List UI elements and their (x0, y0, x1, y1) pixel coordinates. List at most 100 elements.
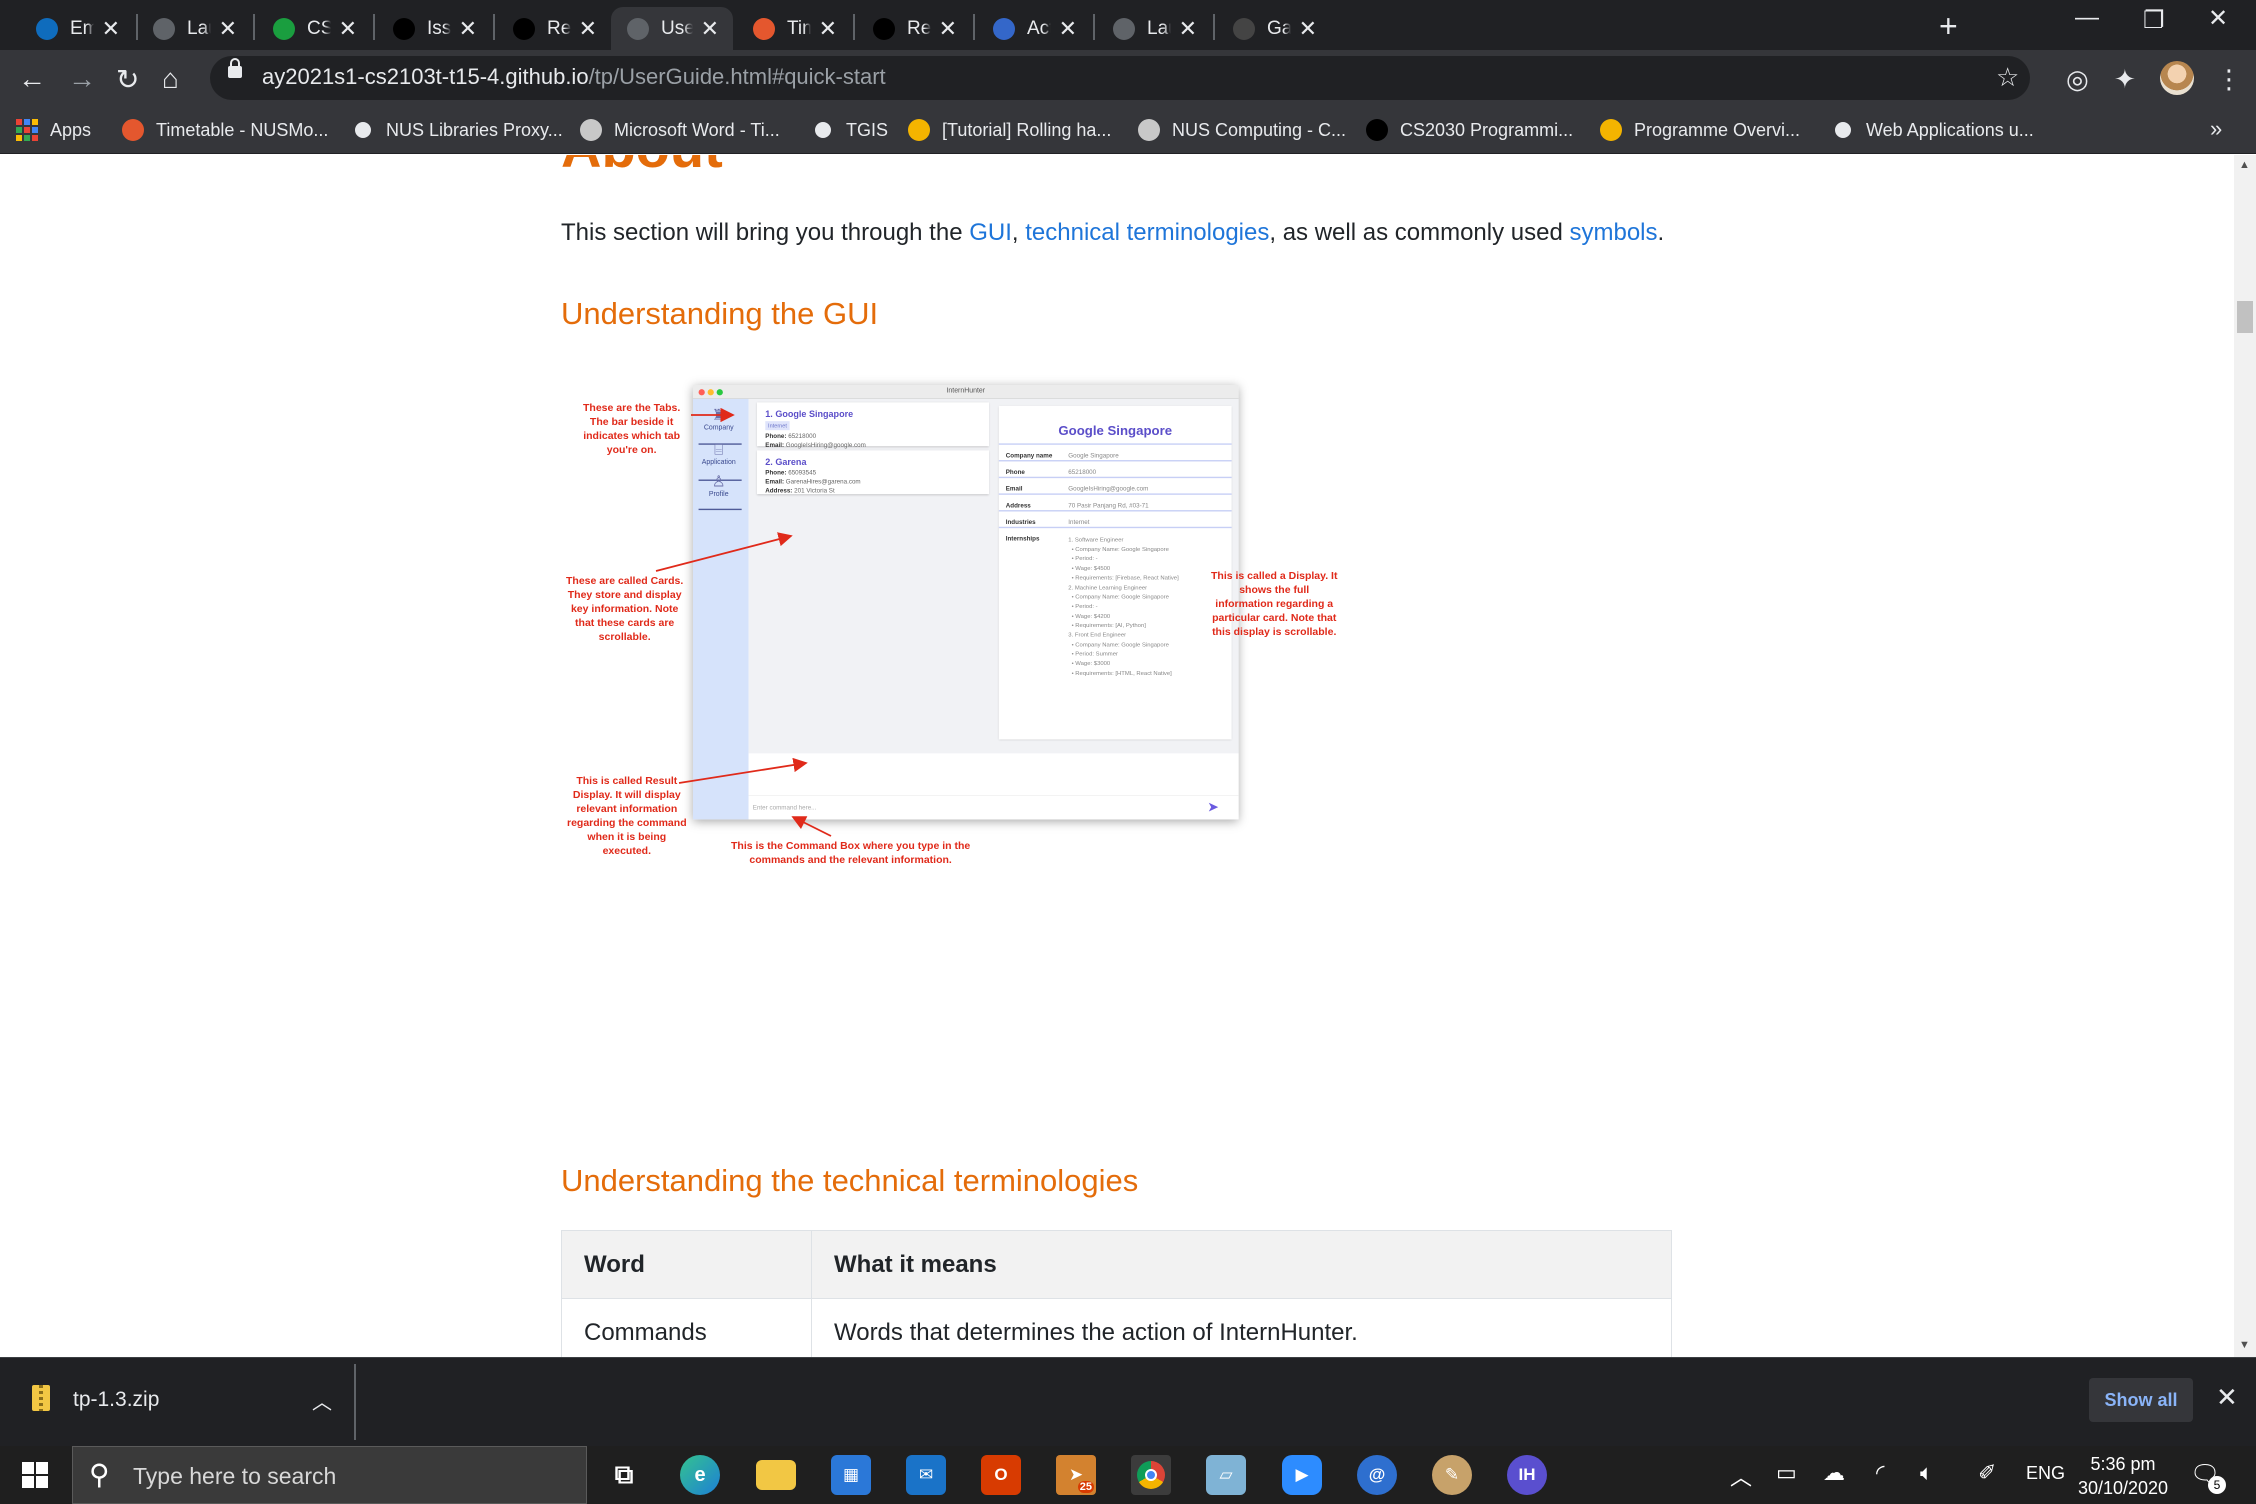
close-tab-icon[interactable]: ✕ (1299, 16, 1317, 42)
browser-tab-5[interactable]: Releases ✕ (497, 7, 611, 50)
bookmark-5[interactable]: TGIS (812, 114, 888, 146)
page-scrollbar[interactable]: ▲ ▼ (2234, 155, 2256, 1357)
back-button[interactable]: ← (18, 63, 46, 95)
bookmark-2[interactable]: Timetable - NUSMo... (122, 114, 328, 146)
bookmark-label: Programme Overvi... (1634, 119, 1801, 140)
graduation-cap-icon (1366, 119, 1388, 141)
scrollbar-thumb[interactable] (2237, 301, 2253, 333)
bookmark-4[interactable]: Microsoft Word - Ti... (580, 114, 780, 146)
bookmark-9[interactable]: Programme Overvi... (1600, 114, 1800, 146)
link-gui[interactable]: GUI (969, 219, 1012, 246)
browser-tab-11[interactable]: Gateway ✕ (1217, 7, 1331, 50)
bookmark-8[interactable]: CS2030 Programmi... (1366, 114, 1573, 146)
taskbar-search-box[interactable]: ⚲ Type here to search (72, 1446, 587, 1504)
bookmark-7[interactable]: NUS Computing - C... (1138, 114, 1346, 146)
tab-strip: + — ❐ ✕ Email - Lu✕Launch M✕CS2103/T✕Iss… (0, 0, 2256, 50)
tab-title: Timetable (787, 17, 811, 39)
onedrive-cloud-icon[interactable]: ☁ (1823, 1460, 1845, 1486)
close-window-button[interactable]: ✕ (2208, 4, 2228, 33)
close-tab-icon[interactable]: ✕ (219, 16, 237, 42)
table-cell-meaning: Words that determines the action of Inte… (811, 1298, 1672, 1357)
file-explorer-icon[interactable] (756, 1460, 796, 1490)
browser-tab-6[interactable]: User Guid ✕ (611, 7, 733, 50)
tab-title: Email - Lu (70, 17, 94, 39)
tray-overflow-chevron-icon[interactable]: ︿ (1730, 1460, 1752, 1492)
browser-tab-9[interactable]: Active An ✕ (977, 7, 1091, 50)
profile-avatar[interactable] (2160, 61, 2194, 95)
volume-icon[interactable]: 🔈︎ (1920, 1460, 1933, 1486)
browser-tab-8[interactable]: Release V ✕ (857, 7, 971, 50)
bookmarks-overflow-icon[interactable]: » (2210, 116, 2222, 142)
bookmark-star-icon[interactable]: ☆ (1996, 62, 2019, 93)
close-tab-icon[interactable]: ✕ (701, 16, 719, 42)
browser-tab-10[interactable]: Launch M ✕ (1097, 7, 1211, 50)
bookmark-6[interactable]: [Tutorial] Rolling ha... (908, 114, 1111, 146)
browser-tab-1[interactable]: Email - Lu ✕ (20, 7, 134, 50)
extension-target-icon[interactable]: ◎ (2066, 64, 2089, 95)
search-icon: ⚲ (89, 1459, 110, 1490)
telegram-icon[interactable]: ➤ 25 (1056, 1455, 1096, 1495)
home-button[interactable]: ⌂ (162, 63, 179, 95)
extensions-puzzle-icon[interactable]: ✦ (2114, 64, 2136, 95)
globe-icon (812, 119, 834, 141)
show-all-downloads-button[interactable]: Show all (2089, 1378, 2193, 1422)
notes-app-icon[interactable]: ▱ (1206, 1455, 1246, 1495)
bookmark-label: NUS Libraries Proxy... (386, 119, 563, 140)
close-tab-icon[interactable]: ✕ (339, 16, 357, 42)
download-filename[interactable]: tp-1.3.zip (73, 1388, 159, 1412)
wifi-icon[interactable]: ◜ (1876, 1460, 1885, 1486)
browser-tab-3[interactable]: CS2103/T ✕ (257, 7, 371, 50)
nusmods-icon (753, 17, 775, 40)
scroll-up-arrow-icon[interactable]: ▲ (2239, 159, 2250, 171)
close-tab-icon[interactable]: ✕ (102, 16, 120, 42)
bookmark-label: Web Applications u... (1866, 119, 2034, 140)
intro-paragraph: This section will bring you through the … (561, 219, 1665, 246)
telegram-badge: 25 (1077, 1481, 1094, 1493)
scroll-down-arrow-icon[interactable]: ▼ (2239, 1339, 2250, 1351)
close-tab-icon[interactable]: ✕ (819, 16, 837, 42)
download-options-chevron-icon[interactable]: ︿ (312, 1386, 332, 1415)
bookmark-3[interactable]: NUS Libraries Proxy... (352, 114, 563, 146)
tab-title: Releases (547, 17, 571, 39)
close-tab-icon[interactable]: ✕ (459, 16, 477, 42)
minimize-button[interactable]: — (2075, 4, 2099, 32)
browser-tab-7[interactable]: Timetable ✕ (737, 7, 851, 50)
edge-browser-icon[interactable]: e (680, 1455, 720, 1495)
menu-kebab-icon[interactable]: ⋮ (2216, 64, 2242, 95)
link-symbols[interactable]: symbols (1569, 219, 1657, 246)
store-bag-icon[interactable]: ▦ (831, 1455, 871, 1495)
reload-button[interactable]: ↻ (116, 63, 139, 96)
email-client-icon[interactable]: @ (1357, 1455, 1397, 1495)
lock-icon (228, 58, 242, 78)
close-tab-icon[interactable]: ✕ (579, 16, 597, 42)
outlook-icon (36, 17, 58, 40)
pen-icon[interactable]: ✐ (1978, 1460, 1996, 1486)
language-indicator[interactable]: ENG (2026, 1463, 2065, 1484)
chrome-icon[interactable] (1131, 1455, 1171, 1495)
internhunter-app-icon[interactable]: IH (1507, 1455, 1547, 1495)
forward-button[interactable]: → (68, 63, 96, 95)
zoom-app-icon[interactable]: ▶ (1282, 1455, 1322, 1495)
windows-start-icon[interactable] (22, 1462, 48, 1488)
browser-tab-2[interactable]: Launch M ✕ (137, 7, 251, 50)
office-icon[interactable]: O (981, 1455, 1021, 1495)
new-tab-button[interactable]: + (1939, 8, 1958, 45)
tab-separator (853, 14, 855, 40)
bookmark-10[interactable]: Web Applications u... (1832, 114, 2034, 146)
link-technical-terminologies[interactable]: technical terminologies (1025, 219, 1269, 246)
bookmark-label: [Tutorial] Rolling ha... (942, 119, 1112, 140)
bookmark-1[interactable]: Apps (16, 114, 91, 146)
browser-tab-4[interactable]: Issues · A ✕ (377, 7, 491, 50)
address-bar[interactable]: ay2021s1-cs2103t-t15-4.github.io/tp/User… (210, 56, 2030, 100)
battery-icon[interactable]: ▭ (1776, 1460, 1797, 1486)
close-tab-icon[interactable]: ✕ (1179, 16, 1197, 42)
mail-icon[interactable]: ✉ (906, 1455, 946, 1495)
close-shelf-icon[interactable]: ✕ (2216, 1382, 2238, 1413)
task-view-icon[interactable]: ⧉ (604, 1455, 644, 1495)
close-tab-icon[interactable]: ✕ (1059, 16, 1077, 42)
restore-button[interactable]: ❐ (2143, 6, 2165, 35)
annotation-arrow-4 (791, 816, 832, 837)
close-tab-icon[interactable]: ✕ (939, 16, 957, 42)
system-clock[interactable]: 5:36 pm 30/10/2020 (2068, 1452, 2178, 1500)
paint-app-icon[interactable]: ✎ (1432, 1455, 1472, 1495)
